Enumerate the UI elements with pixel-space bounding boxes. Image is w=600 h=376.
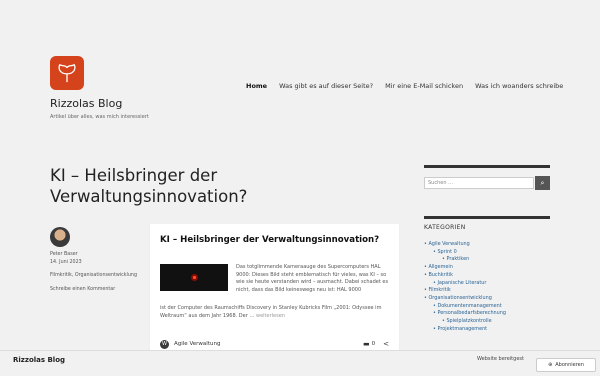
author-name[interactable]: Peter Baser <box>50 251 150 259</box>
site-title[interactable]: Rizzolas Blog <box>50 97 122 110</box>
category-item[interactable]: • Spielplatzkontrolle <box>424 318 550 326</box>
site-logo[interactable] <box>50 56 84 90</box>
card-footer: W Agile Verwaltung ▬ 0 < <box>160 338 389 350</box>
post-meta: Peter Baser 14. Juni 2023 Filmkritik, Or… <box>50 251 150 293</box>
post-card: KI – Heilsbringer der Verwaltungsinnovat… <box>150 224 399 354</box>
bottom-bar: Rizzolas Blog Website bereitgest ⊕ Abonn… <box>0 350 600 376</box>
post-thumbnail[interactable] <box>160 264 228 291</box>
nav-home[interactable]: Home <box>246 82 267 90</box>
card-category[interactable]: Agile Verwaltung <box>174 341 363 347</box>
subscribe-button[interactable]: ⊕ Abonnieren <box>536 358 596 372</box>
nav-elsewhere[interactable]: Was ich woanders schreibe <box>475 82 563 90</box>
read-more-link[interactable]: weiterlesen <box>256 313 285 319</box>
comment-count[interactable]: 0 <box>372 341 376 347</box>
site-description: Artikel über alles, was mich interessier… <box>50 114 149 120</box>
category-item[interactable]: • Praktiken <box>424 256 550 264</box>
categories-heading: KATEGORIEN <box>424 224 466 231</box>
post-date[interactable]: 14. Juni 2023 <box>50 259 150 267</box>
ginkgo-leaf-icon <box>58 64 76 83</box>
nav-email[interactable]: Mir eine E-Mail schicken <box>385 82 463 90</box>
category-list: • Agile Verwaltung • Sprint 0 • Praktike… <box>424 241 550 333</box>
hal-eye-icon <box>190 274 198 281</box>
comment-link[interactable]: Schreibe einen Kommentar <box>50 286 150 294</box>
category-item[interactable]: • Sprint 0 <box>424 249 550 257</box>
card-title[interactable]: KI – Heilsbringer der Verwaltungsinnovat… <box>160 234 380 246</box>
subscribe-label: Abonnieren <box>555 362 584 368</box>
post-tags[interactable]: Filmkritik, Organisationsentwicklung <box>50 272 150 280</box>
categories-divider <box>424 216 550 219</box>
excerpt-continued: ist der Computer des Raumschiffs Discove… <box>160 305 391 320</box>
avatar[interactable] <box>50 227 70 247</box>
provided-by-note[interactable]: Website bereitgest <box>477 356 524 362</box>
category-item[interactable]: • Personalbedarfsberechnung <box>424 310 550 318</box>
share-icon[interactable]: < <box>383 340 389 348</box>
main-nav: Home Was gibt es auf dieser Seite? Mir e… <box>246 82 563 90</box>
search-icon: ⌕ <box>540 178 545 187</box>
category-item[interactable]: • Projektmanagement <box>424 326 550 334</box>
nav-about[interactable]: Was gibt es auf dieser Seite? <box>279 82 373 90</box>
search-divider <box>424 165 550 168</box>
category-item[interactable]: • Agile Verwaltung <box>424 241 550 249</box>
category-item[interactable]: • Dokumentenmanagement <box>424 303 550 311</box>
excerpt-text: Das totglimmende Kameraauge des Supercom… <box>236 264 389 293</box>
comment-icon[interactable]: ▬ <box>363 340 370 348</box>
category-item[interactable]: • Buchkritik <box>424 272 550 280</box>
category-item[interactable]: • Organisationsentwicklung <box>424 295 550 303</box>
search-input[interactable]: Suchen … <box>424 177 534 189</box>
category-item[interactable]: • Japanische Literatur <box>424 280 550 288</box>
wordpress-icon: W <box>160 339 169 349</box>
bottom-site-title[interactable]: Rizzolas Blog <box>13 356 65 364</box>
page-title: KI – Heilsbringer der Verwaltungsinnovat… <box>50 166 248 206</box>
category-item[interactable]: • Filmkritik <box>424 287 550 295</box>
follow-icon: ⊕ <box>548 362 553 368</box>
category-item[interactable]: • Allgemein <box>424 264 550 272</box>
search-button[interactable]: ⌕ <box>535 176 550 190</box>
